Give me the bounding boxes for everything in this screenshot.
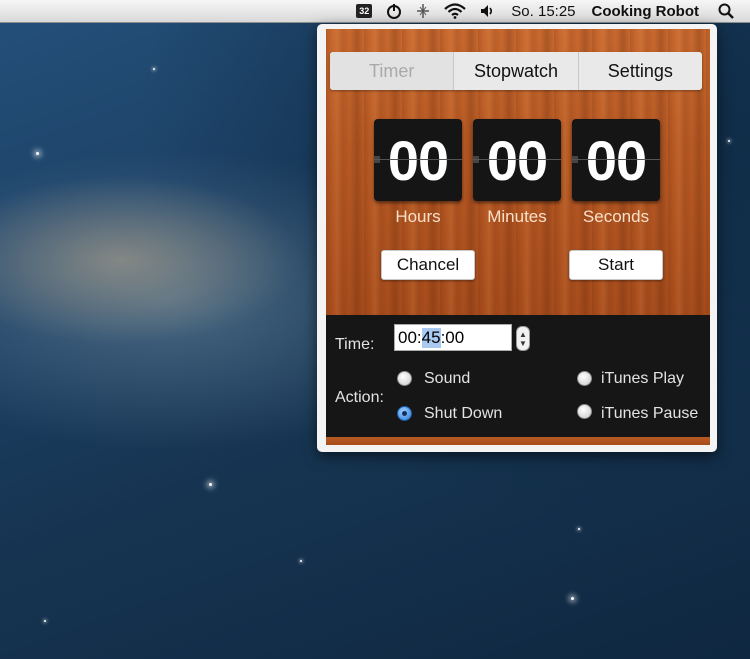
star [728,140,730,142]
hours-label: Hours [395,207,441,226]
menu-clock[interactable]: So. 15:25 [503,0,583,22]
stepper-down-icon[interactable]: ▼ [519,339,527,348]
time-value-selected: 45 [421,327,441,348]
minutes-label: Minutes [487,207,547,226]
wood-footer [326,437,710,445]
star [44,620,46,622]
power-timer-menu-extra[interactable] [379,0,409,22]
itunes-pause-radio-label[interactable]: iTunes Pause [601,405,698,423]
star [300,560,302,562]
spotlight-menu-extra[interactable] [711,0,750,22]
time-label: Time: [335,336,375,353]
wifi-icon [444,3,467,19]
itunes-play-radio-label[interactable]: iTunes Play [601,370,684,388]
tab-stopwatch[interactable]: Stopwatch [453,52,577,90]
stepper-up-icon[interactable]: ▲ [519,330,527,339]
minutes-display: 00 [473,119,561,201]
tab-settings[interactable]: Settings [577,52,702,90]
itunes-pause-radio[interactable] [577,404,592,419]
star [578,528,580,530]
seconds-display: 00 [572,119,660,201]
options-panel: Time: 00: 45:00 ▲ ▼ Action: Sound Shut Do… [326,315,710,437]
star [571,597,574,600]
action-label: Action: [335,389,384,406]
wood-background: Timer Stopwatch Settings 00 00 00 Hours … [326,29,710,318]
star [36,152,39,155]
sound-radio-label[interactable]: Sound [424,370,470,388]
cancel-button[interactable]: Chancel [381,250,475,280]
volume-menu-extra[interactable] [473,0,503,22]
menu-bar: 32 So. 15:25 Cooking Robot [0,0,750,23]
calendar-menu-extra[interactable]: 32 [349,0,379,22]
hours-display: 00 [374,119,462,201]
start-button[interactable]: Start [569,250,663,280]
itunes-play-radio[interactable] [577,371,592,386]
volume-icon [481,5,493,17]
star [209,483,212,486]
tab-timer[interactable]: Timer [330,52,454,90]
bluetooth-icon [417,4,430,18]
menu-app-name[interactable]: Cooking Robot [584,0,711,22]
time-value-hours: 00: [398,327,422,347]
tab-bar: Timer Stopwatch Settings [330,52,702,90]
sound-radio[interactable] [397,371,412,386]
bluetooth-menu-extra[interactable] [409,0,437,22]
seconds-label: Seconds [582,207,650,226]
calendar-icon: 32 [356,4,373,18]
time-value-seconds: :00 [440,327,465,347]
power-timer-icon [387,4,402,19]
star [153,68,155,70]
wifi-menu-extra[interactable] [437,0,473,22]
time-input[interactable]: 00: 45:00 [394,324,512,351]
time-stepper[interactable]: ▲ ▼ [516,326,530,351]
shut-down-radio[interactable] [397,406,412,421]
shut-down-radio-label[interactable]: Shut Down [424,405,502,423]
search-icon [718,3,734,19]
cooking-robot-panel: Timer Stopwatch Settings 00 00 00 Hours … [317,24,717,452]
